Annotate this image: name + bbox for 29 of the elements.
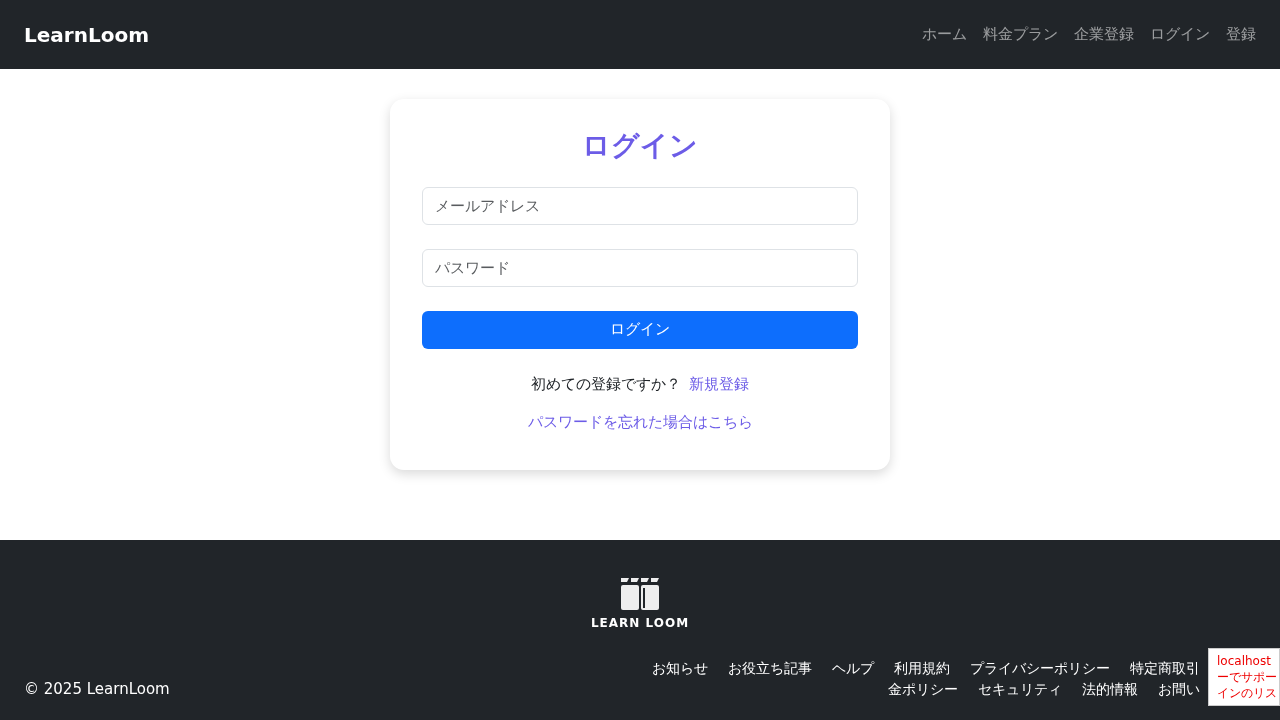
footer-link[interactable]: お問い: [1158, 679, 1200, 700]
footer-link[interactable]: お知らせ: [652, 658, 708, 679]
footer-link[interactable]: お役立ち記事: [728, 658, 812, 679]
nav-link[interactable]: 料金プラン: [983, 23, 1058, 46]
footer-link[interactable]: ヘルプ: [832, 658, 874, 679]
signup-prompt: 初めての登録ですか？: [531, 373, 681, 395]
nav-link[interactable]: ホーム: [922, 23, 967, 46]
signup-link[interactable]: 新規登録: [689, 372, 749, 396]
nav-link[interactable]: 登録: [1226, 23, 1256, 46]
login-title: ログイン: [581, 129, 699, 163]
brand-link[interactable]: LearnLoom: [24, 19, 149, 50]
logo-text: LEARN LOOM: [590, 615, 690, 632]
footer-link[interactable]: セキュリティ: [978, 679, 1062, 700]
login-button[interactable]: ログイン: [422, 310, 858, 349]
footer-link[interactable]: プライバシーポリシー: [970, 658, 1110, 679]
footer-link[interactable]: 金ポリシー: [888, 679, 958, 700]
nav-link[interactable]: ログイン: [1150, 23, 1210, 46]
popup-text: ーでサポー: [1217, 669, 1277, 685]
popup-text: localhost: [1217, 653, 1272, 669]
nav-link[interactable]: 企業登録: [1074, 23, 1134, 46]
footer-link[interactable]: 利用規約: [894, 658, 950, 679]
footer-link[interactable]: 法的情報: [1082, 679, 1138, 700]
copyright-text: © 2025 LearnLoom: [24, 678, 170, 700]
footer-link[interactable]: 特定商取引: [1130, 658, 1200, 679]
password-field[interactable]: パスワード: [422, 248, 858, 287]
forgot-password-link[interactable]: パスワードを忘れた場合はこちら: [527, 413, 753, 432]
email-field[interactable]: メールアドレス: [422, 186, 858, 225]
logo-icon: [619, 578, 661, 610]
popup-text: インのリス: [1217, 685, 1277, 701]
